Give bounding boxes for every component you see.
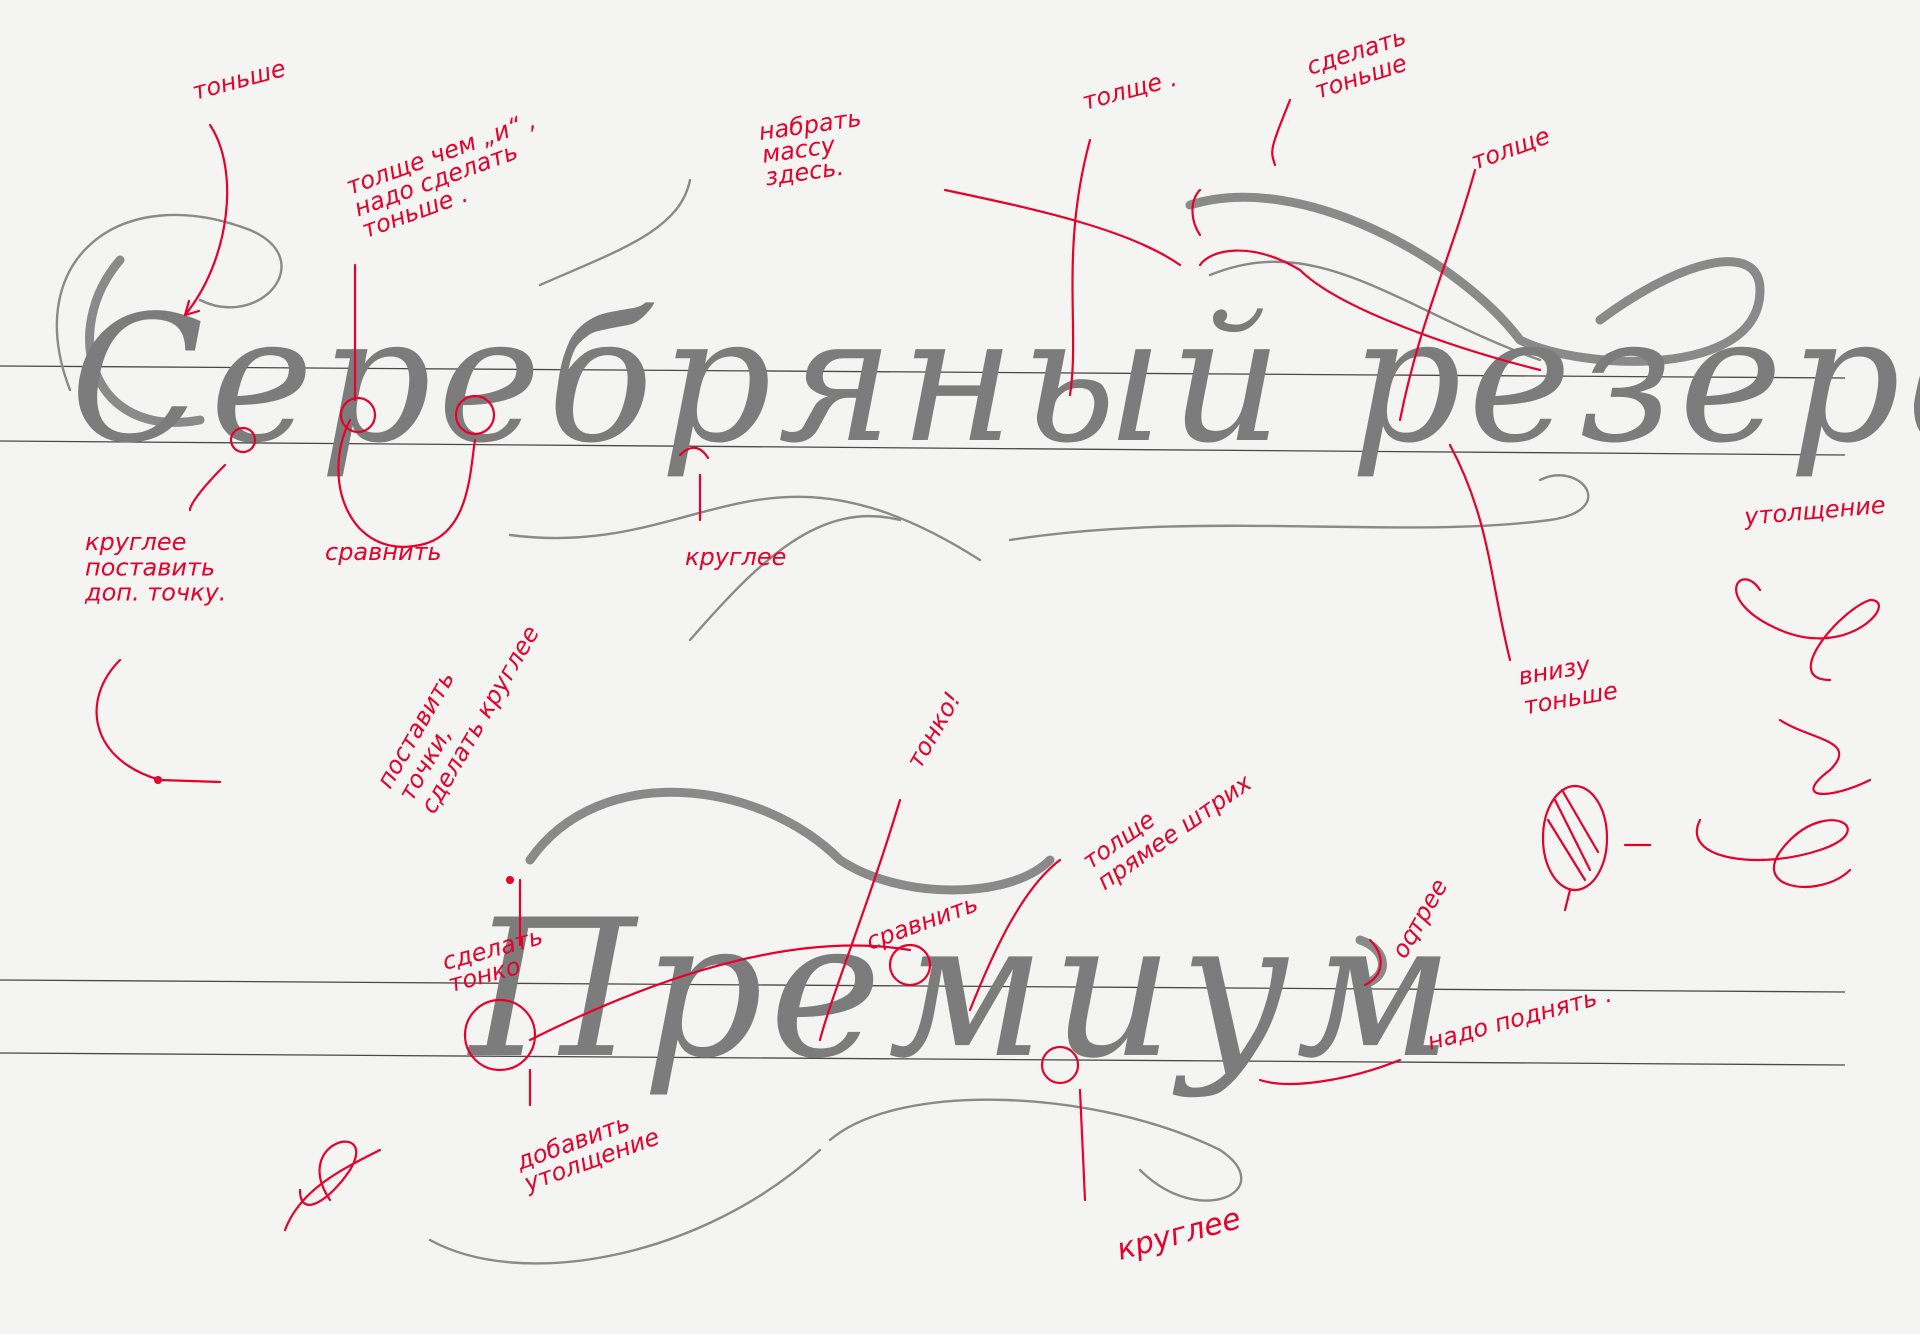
dot-1	[506, 876, 514, 884]
note-make-thinner: сделатьтоньше	[1303, 22, 1417, 104]
annotation-line: поставить	[85, 553, 215, 581]
arrow-make-thinner	[1271, 98, 1292, 167]
infinity-symbol-1	[1735, 578, 1880, 682]
flourish-bottom-right	[828, 1098, 1243, 1202]
infinity-symbol-3	[1696, 818, 1852, 888]
note-thicker-1: толще .	[1079, 64, 1180, 116]
note-rounder-2: круглее	[1113, 1201, 1245, 1268]
calligraphy-sheet: Серебряный резерв Премиум тоньше толще ч…	[0, 0, 1920, 1334]
hatched-oval-lines	[1546, 788, 1600, 882]
note-thickening: утолщение	[1742, 491, 1887, 531]
script-word-top-text: Серебряный резерв	[70, 279, 1920, 482]
flourish-bottom-left	[428, 1148, 822, 1265]
note-rounder-1: круглее	[685, 543, 786, 571]
sketch-curve-left	[95, 658, 222, 784]
note-compare-1: сравнить	[325, 538, 442, 566]
calligraphy-artwork: Серебряный резерв Премиум тоньше толще ч…	[0, 22, 1920, 1268]
red-thickening-top	[1191, 188, 1202, 237]
infinity-symbol-2	[1778, 718, 1872, 795]
script-word-top: Серебряный резерв	[55, 178, 1920, 642]
arrow-gain-mass	[943, 188, 1182, 267]
note-thicker-straighter: толщепрямее штрих	[1077, 747, 1257, 895]
note-add-thickening: добавитьутолщение	[512, 1101, 663, 1198]
note-place-dots: поставитьточки,сделать круглее	[371, 596, 545, 819]
annotation-line: доп. точку.	[84, 579, 226, 607]
note-thicker-than-i: толще чем „и“ ,надо сделатьтоньше .	[342, 106, 555, 244]
note-gain-mass: набратьмассуздесь.	[757, 104, 870, 192]
note-bottom-thinner: внизутоньше	[1516, 647, 1620, 721]
script-word-bottom: Премиум	[428, 787, 1453, 1265]
sketch-dot-left	[154, 776, 162, 784]
note-thinner-top-left: тоньше	[189, 54, 288, 106]
flourish-long-tail	[1008, 474, 1590, 542]
flourish-descender-2	[688, 514, 902, 642]
note-thicker-2: толще	[1467, 121, 1553, 175]
note-rounder-add-dot: круглее поставить доп. точку.	[84, 528, 226, 607]
arrow-below-oval	[1563, 888, 1572, 912]
flourish-r-ascender	[538, 178, 692, 287]
flourish-p-top	[525, 787, 1055, 895]
annotation-line: круглее	[85, 528, 186, 556]
note-thin: тонко!	[901, 687, 967, 773]
